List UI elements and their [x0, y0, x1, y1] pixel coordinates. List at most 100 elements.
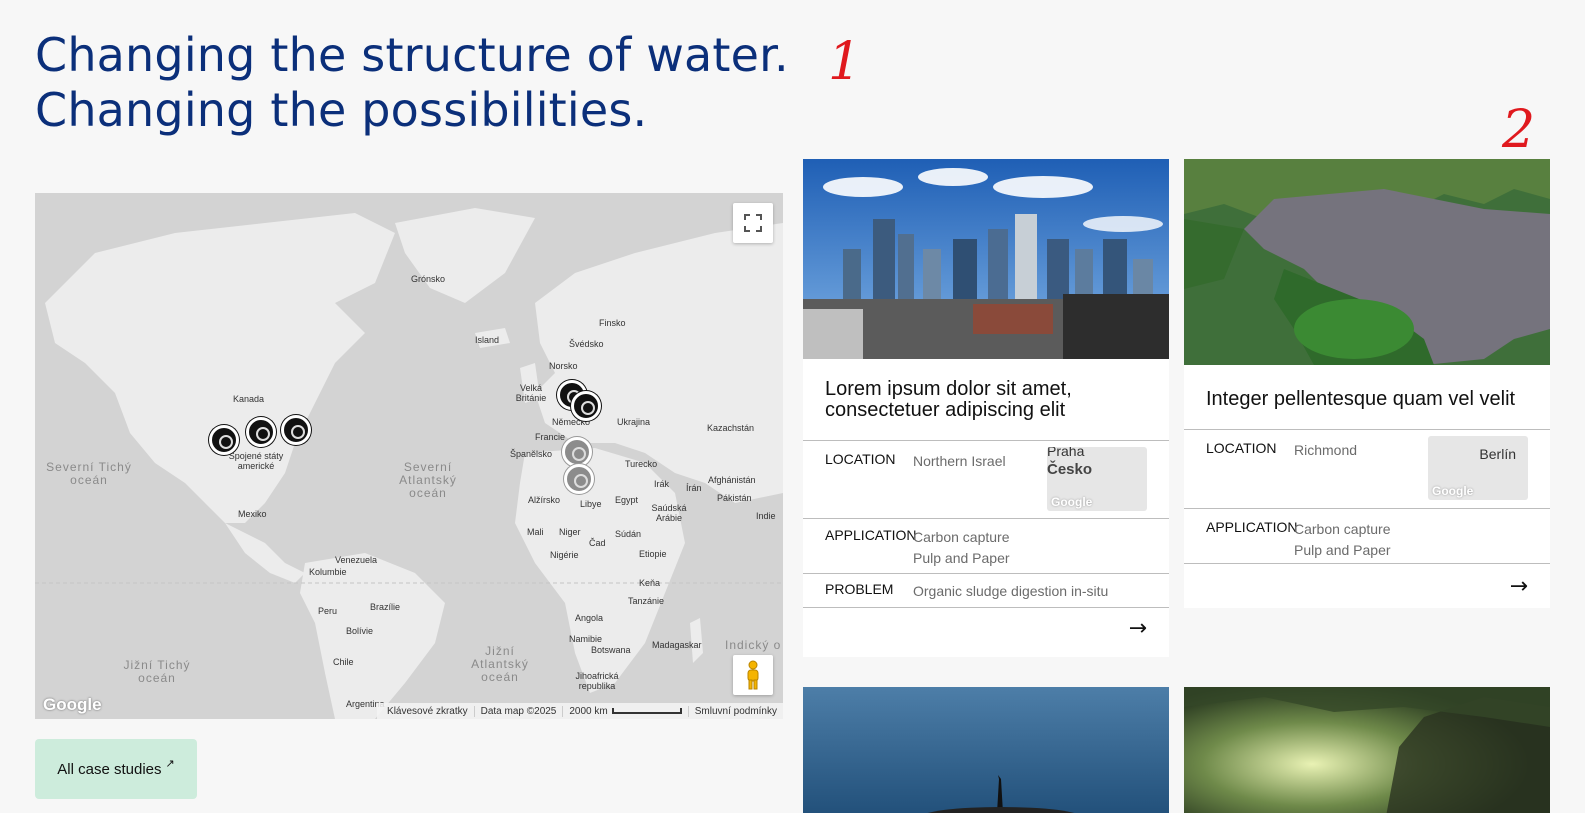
map-label-sudan: Súdán — [615, 529, 642, 539]
map-label-kolumbie: Kolumbie — [309, 567, 347, 577]
map-label-saudska-arabie: Saúdská Arábie — [651, 503, 687, 523]
map-label-alzirsko: Alžírsko — [528, 495, 561, 505]
problem-key: PROBLEM — [825, 581, 894, 597]
map-marker[interactable] — [246, 417, 276, 447]
map-label-mali: Mali — [527, 527, 544, 537]
map-label-norsko: Norsko — [549, 361, 578, 371]
location-mini-map[interactable]: Berlín Google — [1428, 436, 1528, 500]
map-label-island: Island — [475, 335, 500, 345]
keyboard-shortcuts-link[interactable]: Klávesové zkratky — [381, 706, 474, 717]
ocean-label-south-pacific: Jižní Tichý oceán — [123, 658, 191, 685]
ocean-label-north-atlantic: Severní Atlantský oceán — [399, 460, 457, 500]
map-label-finsko: Finsko — [599, 318, 626, 328]
location-row: LOCATION Richmond Berlín Google — [1184, 429, 1550, 508]
page-headline: Changing the structure of water. Changin… — [35, 28, 789, 138]
map-marker[interactable] — [281, 415, 311, 445]
map-label-nigerie: Nigérie — [550, 550, 579, 560]
map-label-indie: Indie — [756, 511, 776, 521]
map-label-etiopie: Etiopie — [639, 549, 667, 559]
case-study-card[interactable] — [1184, 687, 1550, 813]
problem-row: PROBLEM Organic sludge digestion in-situ — [803, 573, 1169, 607]
map-label-irak: Irák — [654, 479, 670, 489]
pegman-icon — [747, 660, 759, 690]
mini-map-label: Praha — [1047, 447, 1085, 459]
headline-line-2: Changing the possibilities. — [35, 83, 648, 137]
map-label-libye: Libye — [580, 499, 602, 509]
card-footer: → — [803, 607, 1169, 657]
map-marker[interactable] — [564, 464, 594, 494]
map-label-kena: Keňa — [639, 578, 661, 588]
map-label-madagaskar: Madagaskar — [652, 640, 702, 650]
case-study-title[interactable]: Lorem ipsum dolor sit amet, consectetuer… — [803, 359, 1169, 440]
application-row: APPLICATION Carbon capture Pulp and Pape… — [1184, 508, 1550, 563]
map-label-afghanistan: Afghánistán — [708, 475, 756, 485]
map-label-kanada: Kanada — [233, 394, 265, 404]
map-label-jihoafricka: Jihoafrická republika — [575, 671, 619, 691]
mini-map-label: Berlín — [1479, 446, 1516, 462]
map-marker[interactable] — [571, 391, 601, 421]
map-label-egypt: Egypt — [615, 495, 639, 505]
location-value: Northern Israel — [913, 453, 1006, 469]
mini-map-label: Česko — [1047, 461, 1093, 478]
case-study-card[interactable]: Integer pellentesque quam vel velit LOCA… — [1184, 159, 1550, 608]
application-value: Pulp and Paper — [913, 550, 1010, 566]
arrow-right-icon[interactable]: → — [1510, 574, 1528, 599]
annotation-1: 1 — [828, 32, 862, 92]
map-footer: Klávesové zkratky Data map ©2025 2000 km… — [377, 703, 783, 719]
case-study-card[interactable] — [803, 687, 1169, 813]
case-study-title[interactable]: Integer pellentesque quam vel velit — [1184, 365, 1550, 429]
map-label-venezuela: Venezuela — [335, 555, 378, 565]
card-footer: → — [1184, 563, 1550, 608]
map-marker[interactable] — [562, 437, 592, 467]
case-study-image-city — [803, 159, 1169, 359]
map-label-namibie: Namibie — [569, 634, 603, 644]
application-value: Pulp and Paper — [1294, 542, 1391, 558]
google-logo[interactable]: Google — [43, 695, 102, 715]
application-value: Carbon capture — [913, 529, 1010, 545]
external-link-icon: ↗ — [165, 757, 175, 770]
ocean-label-north-pacific: Severní Tichý oceán — [46, 460, 132, 487]
map-marker[interactable] — [209, 425, 239, 455]
mini-map-google-logo: Google — [1432, 484, 1474, 498]
map-label-francie: Francie — [535, 432, 566, 442]
fullscreen-button[interactable] — [733, 203, 773, 243]
location-key: LOCATION — [825, 451, 896, 467]
scale-bar — [611, 707, 682, 714]
location-value: Richmond — [1294, 442, 1358, 458]
map-label-angola: Angola — [575, 613, 604, 623]
problem-value: Organic sludge digestion in-situ — [913, 583, 1109, 599]
terms-link[interactable]: Smluvní podmínky — [687, 705, 783, 717]
case-study-image-forest — [1184, 687, 1550, 813]
map-scale-label: 2000 km — [569, 705, 608, 717]
map-label-velka-britanie: Velká Británie — [515, 383, 547, 403]
map-label-chile: Chile — [333, 657, 354, 667]
location-row: LOCATION Northern Israel Praha Česko Goo… — [803, 440, 1169, 518]
map-label-usa: Spojené státy americké — [228, 451, 284, 471]
map-label-kazachstan: Kazachstán — [707, 423, 755, 433]
application-value: Carbon capture — [1294, 521, 1391, 537]
mini-map-google-logo: Google — [1051, 495, 1093, 509]
location-mini-map[interactable]: Praha Česko Google — [1047, 447, 1147, 511]
fullscreen-icon — [744, 214, 762, 232]
all-case-studies-label: All case studies — [57, 760, 162, 778]
map-label-gronsko: Grónsko — [411, 274, 446, 284]
map-label-brazilie: Brazílie — [370, 602, 401, 612]
world-map[interactable]: Grónsko Island Finsko Švédsko Norsko Vel… — [35, 193, 783, 719]
map-label-tanzanie: Tanzánie — [628, 596, 665, 606]
case-study-card[interactable]: Lorem ipsum dolor sit amet, consectetuer… — [803, 159, 1169, 657]
map-label-turecko: Turecko — [625, 459, 658, 469]
street-view-button[interactable] — [733, 655, 773, 695]
case-study-image-sea — [803, 687, 1169, 813]
location-key: LOCATION — [1206, 440, 1277, 456]
arrow-right-icon[interactable]: → — [1129, 616, 1147, 641]
map-label-mexiko: Mexiko — [238, 509, 267, 519]
application-key: APPLICATION — [825, 527, 917, 543]
map-label-cad: Čad — [589, 538, 606, 548]
map-label-pakistan: Pákistán — [717, 493, 752, 503]
map-label-svedsko: Švédsko — [569, 339, 604, 349]
map-label-ukrajina: Ukrajina — [617, 417, 651, 427]
headline-line-1: Changing the structure of water. — [35, 28, 789, 82]
all-case-studies-button[interactable]: All case studies ↗ — [35, 739, 197, 799]
ocean-label-south-atlantic: Jižní Atlantský oceán — [471, 644, 529, 684]
map-scale[interactable]: 2000 km — [562, 705, 687, 717]
